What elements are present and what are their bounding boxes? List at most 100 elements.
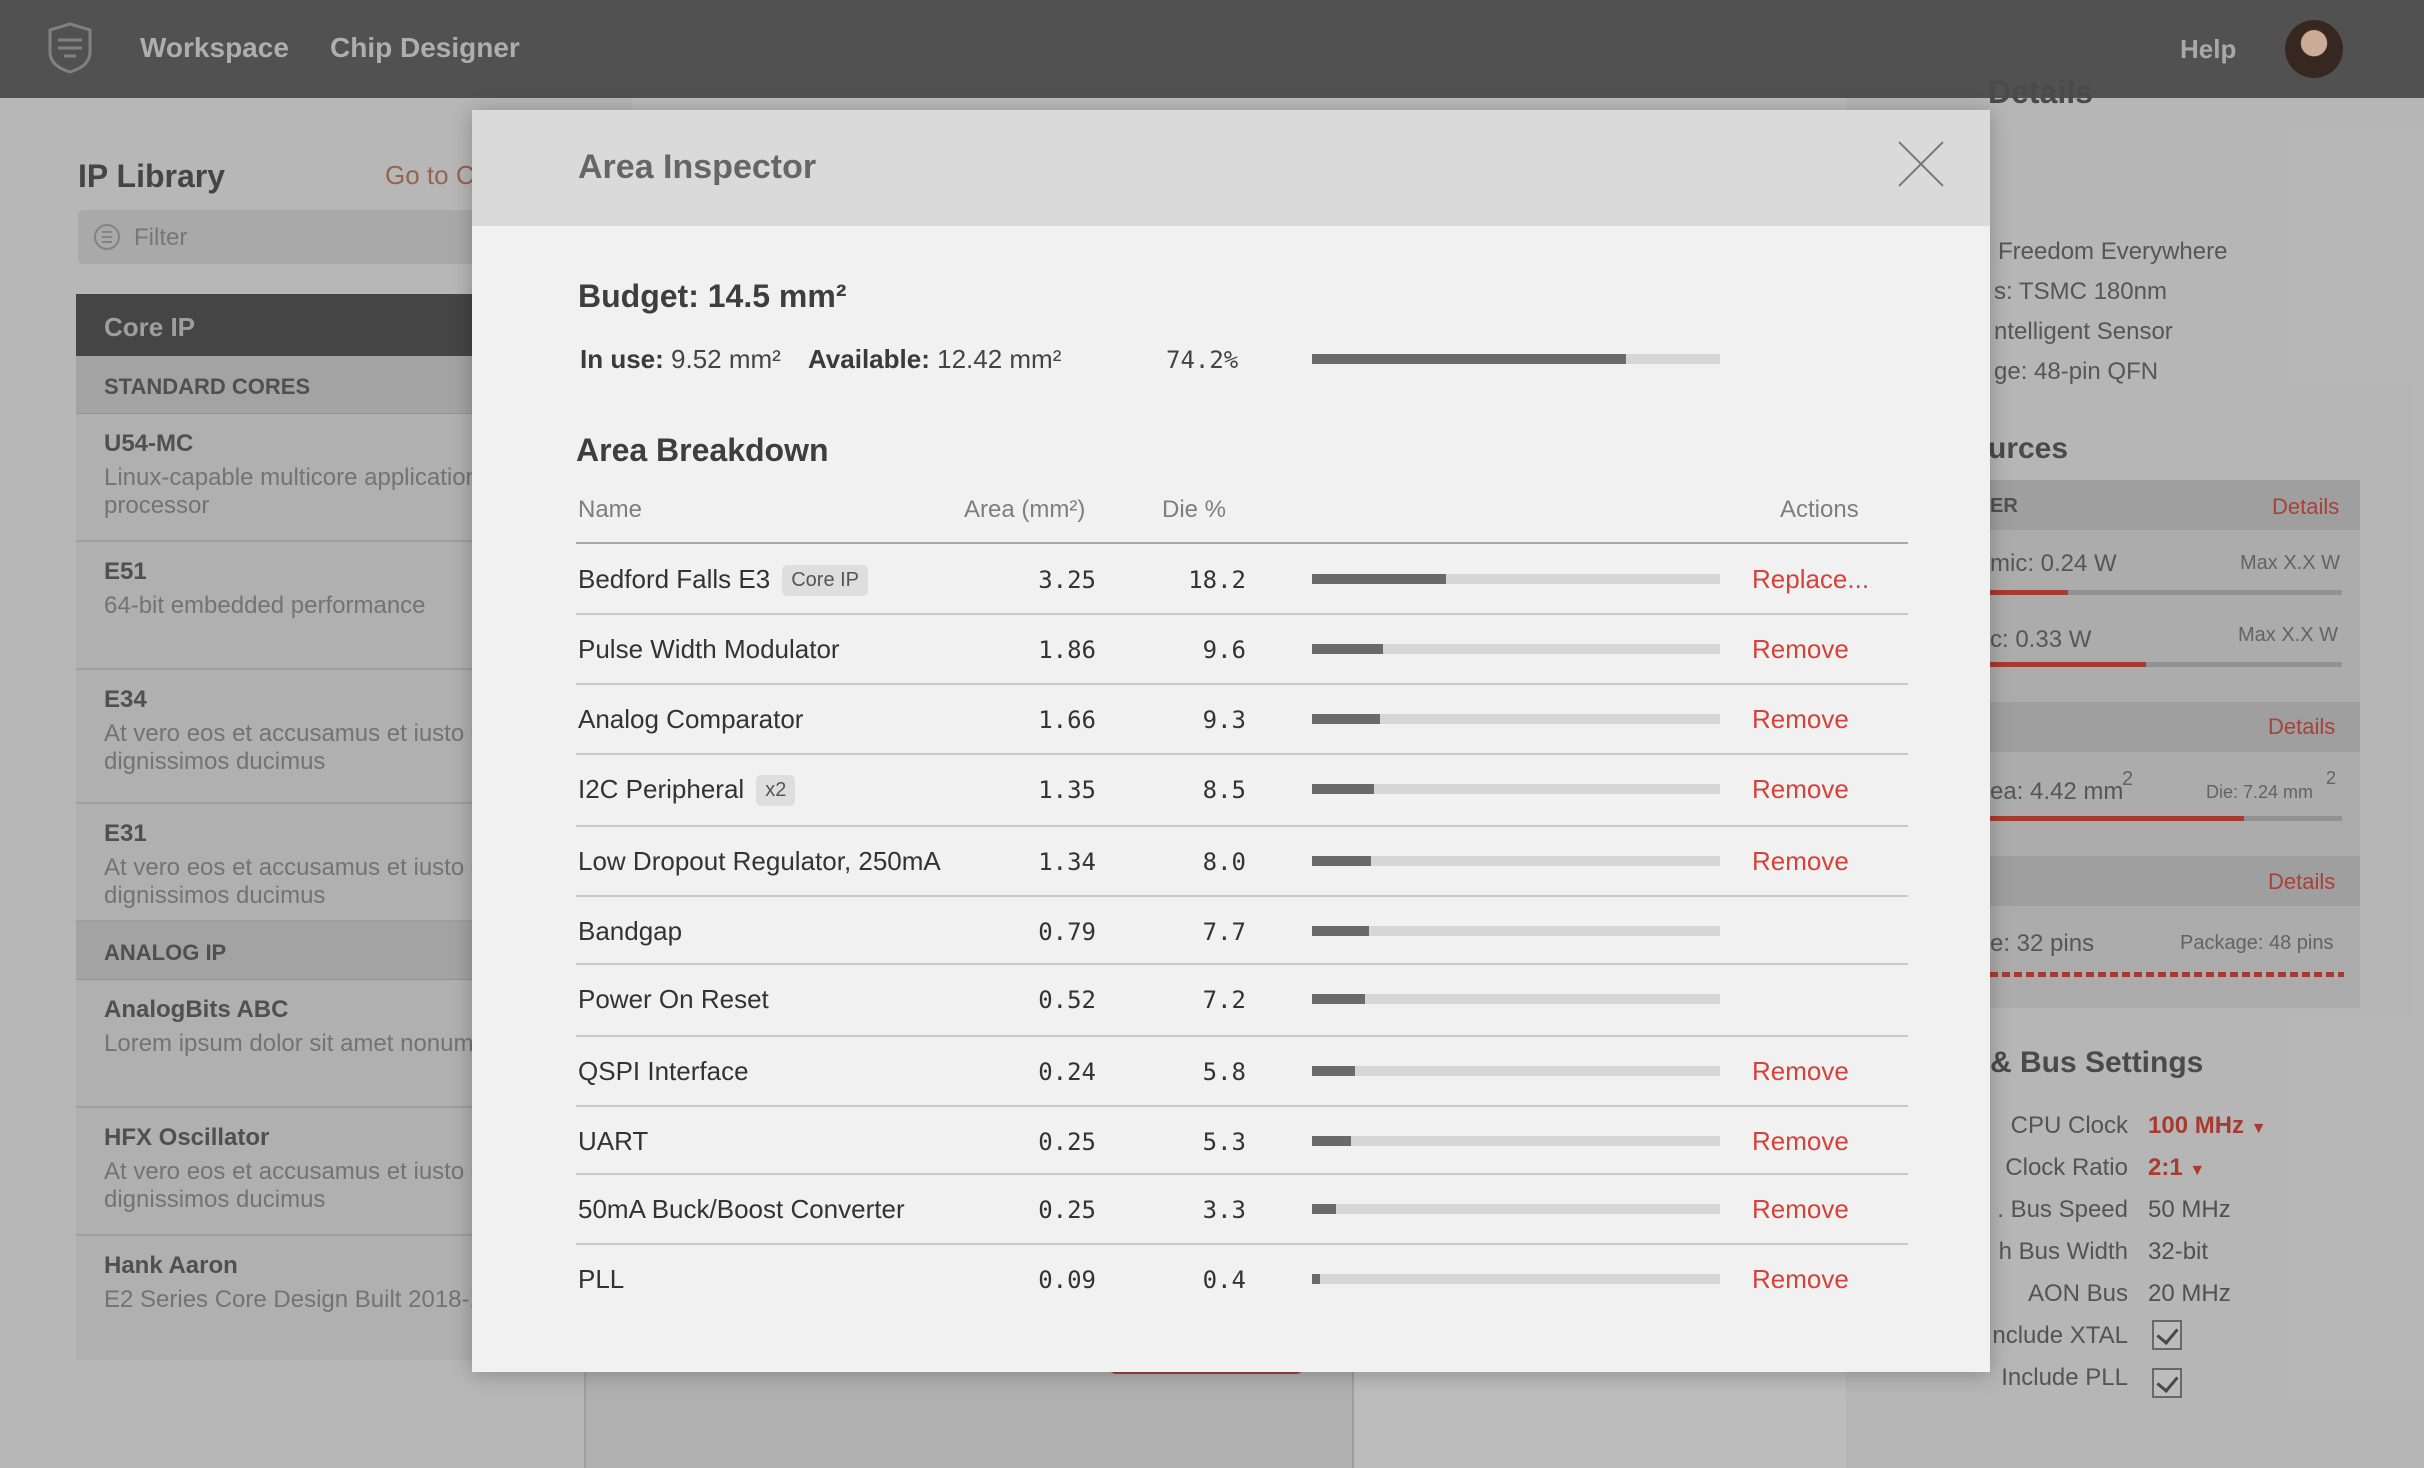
replace-button[interactable]: Replace...: [1752, 564, 1869, 595]
close-icon[interactable]: [1896, 140, 1946, 190]
table-row: QSPI Interface 0.24 5.8 Remove: [576, 1036, 1908, 1106]
row-name-text: Bandgap: [578, 916, 683, 946]
table-row: UART 0.25 5.3 Remove: [576, 1106, 1908, 1176]
row-die-percent: 8.0: [1202, 848, 1246, 876]
row-die-bar: [1312, 714, 1720, 724]
row-area: 1.35: [1038, 776, 1096, 804]
row-name-text: QSPI Interface: [578, 1056, 749, 1086]
row-tag-badge: Core IP: [782, 565, 869, 596]
row-area: 0.52: [1038, 986, 1096, 1014]
row-die-bar: [1312, 1204, 1720, 1214]
row-die-percent: 9.3: [1202, 706, 1246, 734]
table-row: Power On Reset 0.52 7.2: [576, 964, 1908, 1034]
remove-button[interactable]: Remove: [1752, 1264, 1849, 1295]
row-area: 1.34: [1038, 848, 1096, 876]
row-die-bar-fill: [1312, 784, 1374, 794]
row-die-percent: 9.6: [1202, 636, 1246, 664]
row-name: I2C Peripheral x2: [578, 774, 796, 806]
column-header-name: Name: [578, 496, 643, 523]
row-die-percent: 8.5: [1202, 776, 1246, 804]
row-area: 0.25: [1038, 1128, 1096, 1156]
row-area: 3.25: [1038, 566, 1096, 594]
row-name: 50mA Buck/Boost Converter: [578, 1194, 905, 1225]
row-die-bar-fill: [1312, 1204, 1336, 1214]
row-name: Pulse Width Modulator: [578, 634, 840, 665]
table-row: I2C Peripheral x2 1.35 8.5 Remove: [576, 754, 1908, 824]
row-area: 0.79: [1038, 918, 1096, 946]
row-name-text: 50mA Buck/Boost Converter: [578, 1194, 905, 1224]
row-name: UART: [578, 1126, 648, 1157]
in-use-label: In use:: [580, 344, 664, 374]
row-die-bar: [1312, 1066, 1720, 1076]
row-die-percent: 0.4: [1202, 1266, 1246, 1294]
area-inspector-modal: Area Inspector Budget: 14.5 mm² In use: …: [472, 110, 1990, 1372]
available-value: 12.42 mm²: [937, 344, 1062, 374]
area-breakdown-title: Area Breakdown: [576, 432, 829, 468]
row-area: 0.24: [1038, 1058, 1096, 1086]
remove-button[interactable]: Remove: [1752, 774, 1849, 805]
row-area: 0.25: [1038, 1196, 1096, 1224]
row-name: Bedford Falls E3 Core IP: [578, 564, 869, 596]
remove-button[interactable]: Remove: [1752, 1194, 1849, 1225]
remove-button[interactable]: Remove: [1752, 1056, 1849, 1087]
row-die-bar: [1312, 1136, 1720, 1146]
row-die-percent: 7.2: [1202, 986, 1246, 1014]
row-name-text: Power On Reset: [578, 984, 769, 1014]
budget-label: Budget: 14.5 mm²: [578, 278, 847, 314]
column-header-actions: Actions: [1780, 496, 1859, 523]
row-die-bar: [1312, 644, 1720, 654]
remove-button[interactable]: Remove: [1752, 704, 1849, 735]
row-name: Analog Comparator: [578, 704, 803, 735]
available: Available: 12.42 mm²: [808, 344, 1061, 375]
modal-header: Area Inspector: [472, 110, 1990, 226]
row-name: Power On Reset: [578, 984, 769, 1015]
row-area: 1.66: [1038, 706, 1096, 734]
table-row: PLL 0.09 0.4 Remove: [576, 1244, 1908, 1314]
row-die-bar-fill: [1312, 1136, 1351, 1146]
row-die-percent: 7.7: [1202, 918, 1246, 946]
row-die-bar: [1312, 856, 1720, 866]
row-name: PLL: [578, 1264, 624, 1295]
budget-bar: [1312, 354, 1720, 364]
remove-button[interactable]: Remove: [1752, 846, 1849, 877]
usage-percent: 74.2%: [1166, 346, 1239, 374]
in-use: In use: 9.52 mm²: [580, 344, 781, 375]
column-header-die: Die %: [1162, 496, 1227, 523]
table-row: Pulse Width Modulator 1.86 9.6 Remove: [576, 614, 1908, 684]
row-name-text: I2C Peripheral: [578, 774, 745, 804]
row-name: QSPI Interface: [578, 1056, 749, 1087]
row-die-bar: [1312, 1274, 1720, 1284]
row-die-bar-fill: [1312, 574, 1446, 584]
row-die-percent: 3.3: [1202, 1196, 1246, 1224]
row-die-bar: [1312, 574, 1720, 584]
row-die-bar: [1312, 926, 1720, 936]
in-use-value: 9.52 mm²: [671, 344, 781, 374]
row-area: 1.86: [1038, 636, 1096, 664]
row-area: 0.09: [1038, 1266, 1096, 1294]
row-die-bar-fill: [1312, 714, 1380, 724]
row-name-text: Pulse Width Modulator: [578, 634, 840, 664]
row-die-bar-fill: [1312, 926, 1369, 936]
table-row: 50mA Buck/Boost Converter 0.25 3.3 Remove: [576, 1174, 1908, 1244]
row-die-percent: 5.3: [1202, 1128, 1246, 1156]
table-row: Analog Comparator 1.66 9.3 Remove: [576, 684, 1908, 754]
column-header-area: Area (mm²): [964, 496, 1086, 523]
row-die-bar-fill: [1312, 856, 1371, 866]
row-die-bar-fill: [1312, 644, 1383, 654]
table-row: Bandgap 0.79 7.7: [576, 896, 1908, 966]
row-die-bar: [1312, 994, 1720, 1004]
budget-bar-fill: [1312, 354, 1627, 364]
row-die-bar-fill: [1312, 994, 1365, 1004]
row-name-text: Analog Comparator: [578, 704, 804, 734]
available-label: Available:: [808, 344, 930, 374]
modal-title: Area Inspector: [578, 148, 817, 186]
table-row: Low Dropout Regulator, 250mA 1.34 8.0 Remov…: [576, 826, 1908, 896]
row-die-percent: 18.2: [1188, 566, 1246, 594]
row-name: Bandgap: [578, 916, 682, 947]
row-name-text: PLL: [578, 1264, 625, 1294]
row-name: Low Dropout Regulator, 250mA: [578, 846, 941, 877]
row-die-percent: 5.8: [1202, 1058, 1246, 1086]
remove-button[interactable]: Remove: [1752, 1126, 1849, 1157]
row-die-bar-fill: [1312, 1274, 1320, 1284]
remove-button[interactable]: Remove: [1752, 634, 1849, 665]
